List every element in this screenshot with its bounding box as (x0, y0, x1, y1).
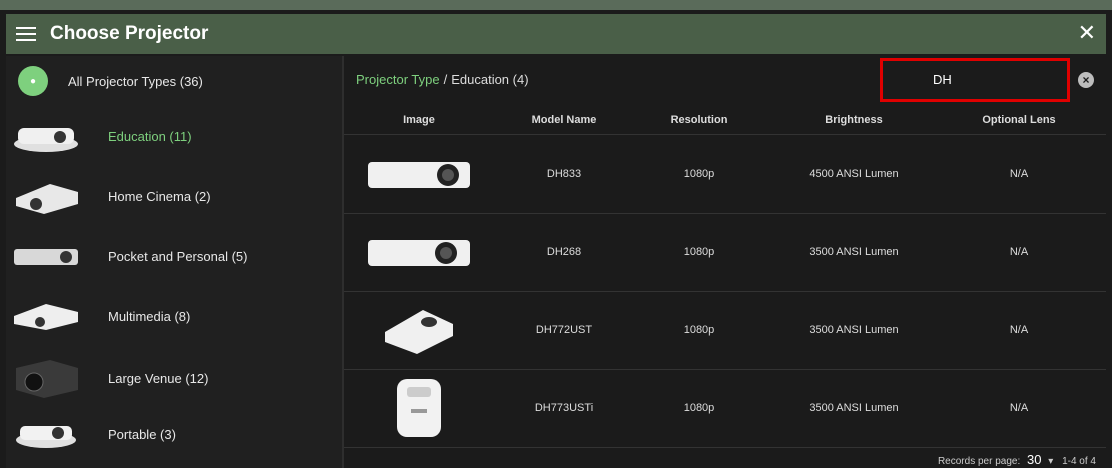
brightness: 4500 ANSI Lumen (809, 168, 899, 180)
sidebar-item-label: Portable (3) (108, 426, 176, 442)
projector-image (344, 135, 494, 213)
sidebar-item-label: Pocket and Personal (5) (108, 248, 248, 264)
records-per-page-select[interactable]: 30 (1027, 452, 1041, 467)
close-icon[interactable]: ✕ (1078, 22, 1096, 44)
table-row[interactable]: DH268 1080p 3500 ANSI Lumen N/A (344, 213, 1106, 292)
search-input[interactable]: DH (880, 58, 1070, 102)
resolution: 1080p (683, 168, 715, 180)
table-row[interactable]: DH772UST 1080p 3500 ANSI Lumen N/A (344, 291, 1106, 370)
projector-home-cinema-icon (6, 174, 86, 218)
projector-pocket-icon (6, 234, 86, 278)
model-name: DH833 (546, 168, 582, 180)
projector-image (344, 291, 494, 369)
table-row[interactable]: DH773USTi 1080p 3500 ANSI Lumen N/A (344, 369, 1106, 448)
chevron-down-icon[interactable]: ▾ (1048, 456, 1053, 467)
column-header-model[interactable]: Model Name (494, 114, 634, 126)
model-name: DH268 (546, 246, 582, 258)
table-header: Image Model Name Resolution Brightness O… (344, 108, 1106, 135)
brightness: 3500 ANSI Lumen (809, 324, 899, 336)
sidebar: ● All Projector Types (36) Education (11… (6, 56, 342, 468)
column-header-brightness[interactable]: Brightness (764, 114, 944, 126)
records-per-page-label: Records per page: (937, 456, 1021, 467)
sidebar-item-label: Home Cinema (2) (108, 188, 211, 204)
model-name: DH772UST (535, 324, 593, 336)
projector-education-icon (6, 114, 86, 158)
projector-image (344, 369, 494, 447)
sidebar-item-home-cinema[interactable]: Home Cinema (2) (6, 174, 342, 218)
model-name: DH773USTi (534, 402, 594, 414)
projector-multimedia-icon (6, 294, 86, 338)
sidebar-item-pocket[interactable]: Pocket and Personal (5) (6, 234, 342, 278)
clear-search-icon[interactable]: × (1078, 72, 1094, 88)
table-footer: Records per page: 30 ▾ 1-4 of 4 (344, 448, 1106, 468)
column-header-resolution[interactable]: Resolution (634, 114, 764, 126)
pagination: Records per page: 30 ▾ 1-4 of 4 (938, 452, 1096, 467)
sidebar-item-label: Multimedia (8) (108, 308, 191, 324)
main-panel: Projector Type / Education (4) DH × Image … (344, 56, 1106, 468)
projector-image (344, 213, 494, 291)
sidebar-item-label: Large Venue (12) (108, 370, 209, 386)
column-header-lens[interactable]: Optional Lens (944, 114, 1094, 126)
sidebar-item-large-venue[interactable]: Large Venue (12) (6, 356, 342, 400)
records-range: 1-4 of 4 (1062, 456, 1096, 467)
resolution: 1080p (683, 402, 715, 414)
window-top-strip (0, 0, 1112, 10)
sidebar-item-all[interactable]: ● All Projector Types (36) (6, 66, 342, 96)
optional-lens: N/A (1009, 246, 1029, 258)
dialog-title: Choose Projector (50, 23, 209, 44)
breadcrumb: Projector Type / Education (4) (356, 72, 529, 87)
projector-large-venue-icon (6, 356, 86, 400)
search-value: DH (933, 72, 952, 87)
brightness: 3500 ANSI Lumen (809, 402, 899, 414)
optional-lens: N/A (1009, 168, 1029, 180)
sidebar-item-education[interactable]: Education (11) (6, 114, 342, 158)
sidebar-item-portable[interactable]: Portable (3) (6, 412, 342, 456)
resolution: 1080p (683, 246, 715, 258)
column-header-image[interactable]: Image (344, 114, 494, 126)
breadcrumb-current: Education (4) (451, 72, 529, 87)
menu-icon[interactable] (16, 27, 36, 41)
table-row[interactable]: DH833 1080p 4500 ANSI Lumen N/A (344, 135, 1106, 214)
breadcrumb-link[interactable]: Projector Type (356, 72, 440, 87)
sidebar-item-label: All Projector Types (36) (68, 73, 203, 89)
brightness: 3500 ANSI Lumen (809, 246, 899, 258)
breadcrumb-separator: / (443, 72, 448, 87)
resolution: 1080p (683, 324, 715, 336)
projector-portable-icon (6, 412, 86, 456)
dialog-header: Choose Projector ✕ (6, 14, 1106, 54)
sidebar-item-multimedia[interactable]: Multimedia (8) (6, 294, 342, 338)
sidebar-item-label: Education (11) (108, 128, 192, 144)
optional-lens: N/A (1009, 324, 1029, 336)
optional-lens: N/A (1009, 402, 1029, 414)
all-types-icon: ● (18, 66, 48, 96)
